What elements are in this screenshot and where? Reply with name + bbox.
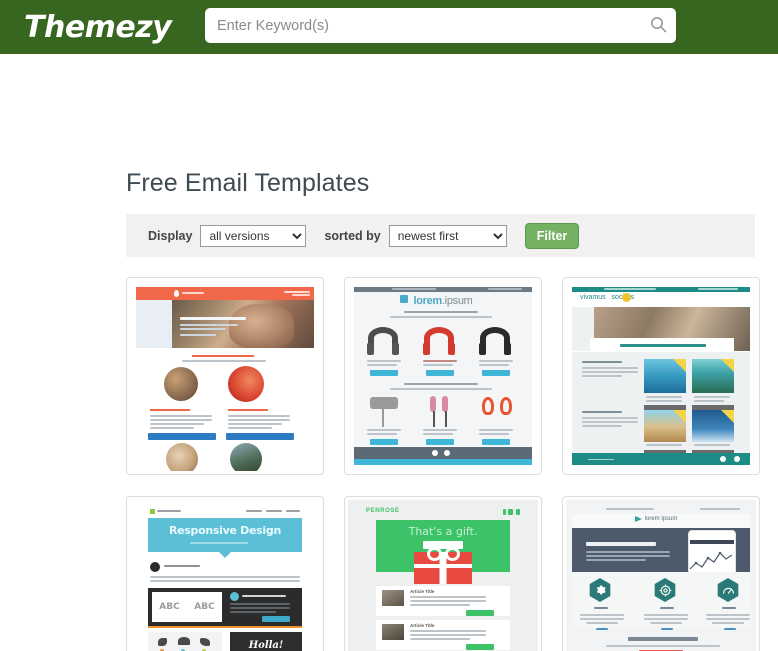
template-brand-text: PENROSE xyxy=(366,508,400,514)
search-button[interactable] xyxy=(640,9,676,42)
template-card[interactable]: lorem.ipsum xyxy=(344,277,542,475)
template-thumbnail: lorem.ipsum xyxy=(348,281,538,471)
template-card[interactable]: vivamus sociisis xyxy=(562,277,760,475)
template-grid: lorem.ipsum vivamus sociisis Responsive … xyxy=(126,277,760,651)
template-card[interactable]: lorem ipsum xyxy=(562,496,760,651)
template-thumbnail: Responsive Design ABC ABC Holla! xyxy=(130,500,320,651)
template-hero-text: That's a gift. xyxy=(408,525,478,538)
search-icon xyxy=(650,16,667,36)
search-input[interactable] xyxy=(205,9,640,42)
template-card[interactable]: PENROSE That's a gift. Article Title Art… xyxy=(344,496,542,651)
sorted-by-label: sorted by xyxy=(324,228,381,243)
template-script-text: Holla! xyxy=(230,632,302,651)
template-brand-text: lorem ipsum xyxy=(644,516,678,522)
template-brand-text: lorem.ipsum xyxy=(413,295,473,307)
filter-button[interactable]: Filter xyxy=(524,222,580,249)
search-bar xyxy=(205,8,676,43)
template-banner-text: Responsive Design xyxy=(168,524,282,537)
template-thumbnail: PENROSE That's a gift. Article Title Art… xyxy=(348,500,538,651)
site-logo[interactable]: Themezy xyxy=(24,10,172,45)
site-header: Themezy xyxy=(0,0,778,54)
sort-select[interactable]: newest first xyxy=(388,224,507,247)
display-label: Display xyxy=(148,228,193,243)
template-thumbnail xyxy=(130,281,320,471)
template-sample-letters: ABC ABC xyxy=(152,592,222,622)
line-chart-icon xyxy=(689,551,733,570)
filter-bar: Display all versions sorted by newest fi… xyxy=(126,214,755,257)
paper-plane-icon xyxy=(635,516,642,522)
template-card[interactable] xyxy=(126,277,324,475)
template-thumbnail: lorem ipsum xyxy=(566,500,756,651)
template-card[interactable]: Responsive Design ABC ABC Holla! xyxy=(126,496,324,651)
version-select[interactable]: all versions xyxy=(200,224,307,247)
page-title: Free Email Templates xyxy=(126,169,370,197)
template-thumbnail: vivamus sociisis xyxy=(566,281,756,471)
